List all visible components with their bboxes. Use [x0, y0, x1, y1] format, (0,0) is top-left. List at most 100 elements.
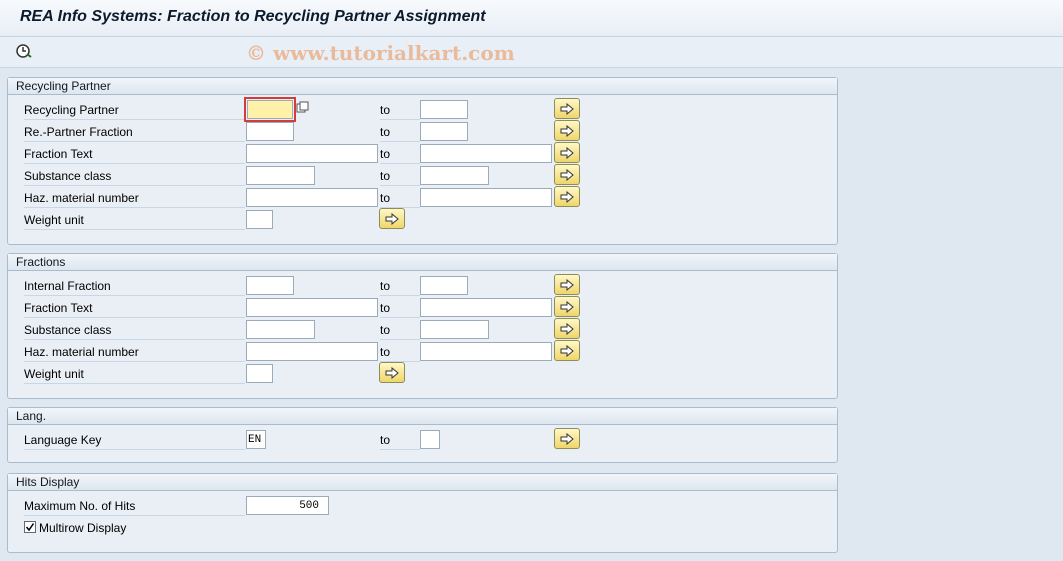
arrow-right-icon	[560, 124, 574, 137]
maximum-hits-input[interactable]	[246, 496, 329, 515]
recycling-partner-to-input[interactable]	[420, 100, 468, 119]
multiple-selection-button[interactable]	[554, 142, 580, 163]
arrow-right-icon	[560, 146, 574, 159]
section-title: Lang.	[8, 408, 837, 425]
arrow-right-icon	[560, 344, 574, 357]
to-label: to	[380, 342, 420, 362]
field-label: Maximum No. of Hits	[24, 496, 245, 516]
row-recycling-partner: Recycling Partner to	[8, 97, 837, 122]
arrow-right-icon	[560, 278, 574, 291]
section-fractions: Fractions Internal Fraction to Fraction …	[7, 253, 838, 399]
to-label: to	[380, 100, 420, 120]
language-key-to-input[interactable]	[420, 430, 440, 449]
field-label: Weight unit	[24, 364, 245, 384]
multiple-selection-button[interactable]	[379, 362, 405, 383]
row-fraction-text: Fraction Text to	[8, 142, 837, 164]
haz-material-to-input[interactable]	[420, 342, 552, 361]
multirow-display-checkbox[interactable]	[24, 521, 36, 533]
row-internal-fraction: Internal Fraction to	[8, 274, 837, 296]
weight-unit-input[interactable]	[246, 364, 273, 383]
fraction-text-from-input[interactable]	[246, 144, 378, 163]
execute-clock-icon	[16, 44, 32, 58]
field-label: Substance class	[24, 320, 245, 340]
arrow-right-icon	[560, 432, 574, 445]
multirow-display-label: Multirow Display	[39, 521, 127, 535]
multiple-selection-button[interactable]	[554, 164, 580, 185]
to-label: to	[380, 298, 420, 318]
multiple-selection-button[interactable]	[554, 120, 580, 141]
arrow-right-icon	[560, 168, 574, 181]
field-label: Weight unit	[24, 210, 245, 230]
multiple-selection-button[interactable]	[554, 274, 580, 295]
watermark: © www.tutorialkart.com	[246, 41, 515, 65]
row-substance-class: Substance class to	[8, 318, 837, 340]
haz-material-from-input[interactable]	[246, 342, 378, 361]
field-label: Haz. material number	[24, 188, 245, 208]
to-label: to	[380, 430, 420, 450]
row-haz-material: Haz. material number to	[8, 186, 837, 208]
arrow-right-icon	[560, 102, 574, 115]
field-label: Haz. material number	[24, 342, 245, 362]
section-title: Recycling Partner	[8, 78, 837, 95]
fraction-text-from-input[interactable]	[246, 298, 378, 317]
multiple-selection-dialog-button[interactable]	[296, 101, 310, 115]
section-recycling-partner: Recycling Partner Recycling Partner to R…	[7, 77, 838, 245]
row-language-key: Language Key to	[8, 428, 837, 450]
fraction-text-to-input[interactable]	[420, 144, 552, 163]
multiple-selection-button[interactable]	[554, 296, 580, 317]
multiple-selection-button[interactable]	[554, 98, 580, 119]
field-label: Language Key	[24, 430, 245, 450]
row-haz-material: Haz. material number to	[8, 340, 837, 362]
partner-fraction-to-input[interactable]	[420, 122, 468, 141]
arrow-right-icon	[560, 190, 574, 203]
to-label: to	[380, 144, 420, 164]
to-label: to	[380, 188, 420, 208]
field-label: Internal Fraction	[24, 276, 245, 296]
multiple-selection-button[interactable]	[554, 340, 580, 361]
field-label: Fraction Text	[24, 298, 245, 318]
field-label: Substance class	[24, 166, 245, 186]
application-toolbar: © www.tutorialkart.com	[0, 37, 1063, 68]
to-label: to	[380, 276, 420, 296]
checkmark-icon	[25, 523, 35, 532]
substance-class-to-input[interactable]	[420, 166, 489, 185]
execute-button[interactable]	[14, 42, 34, 60]
to-label: to	[380, 122, 420, 142]
row-weight-unit: Weight unit	[8, 362, 837, 384]
arrow-right-icon	[385, 212, 399, 225]
section-title: Fractions	[8, 254, 837, 271]
arrow-right-icon	[560, 300, 574, 313]
substance-class-from-input[interactable]	[246, 320, 315, 339]
multiple-selection-button[interactable]	[554, 186, 580, 207]
fraction-text-to-input[interactable]	[420, 298, 552, 317]
partner-fraction-from-input[interactable]	[246, 122, 294, 141]
row-partner-fraction: Re.-Partner Fraction to	[8, 120, 837, 142]
substance-class-to-input[interactable]	[420, 320, 489, 339]
weight-unit-input[interactable]	[246, 210, 273, 229]
language-key-from-input[interactable]	[246, 430, 266, 449]
row-fraction-text: Fraction Text to	[8, 296, 837, 318]
haz-material-to-input[interactable]	[420, 188, 552, 207]
field-label: Fraction Text	[24, 144, 245, 164]
recycling-partner-from-input[interactable]	[244, 97, 296, 122]
page-title: REA Info Systems: Fraction to Recycling …	[20, 8, 486, 25]
row-weight-unit: Weight unit	[8, 208, 837, 230]
row-substance-class: Substance class to	[8, 164, 837, 186]
internal-fraction-to-input[interactable]	[420, 276, 468, 295]
substance-class-from-input[interactable]	[246, 166, 315, 185]
multiple-selection-button[interactable]	[554, 318, 580, 339]
section-title: Hits Display	[8, 474, 837, 491]
arrow-right-icon	[560, 322, 574, 335]
multiple-selection-dialog-icon	[296, 101, 309, 113]
internal-fraction-from-input[interactable]	[246, 276, 294, 295]
row-multirow-display: Multirow Display	[8, 518, 837, 538]
row-maximum-hits: Maximum No. of Hits	[8, 496, 837, 516]
field-label: Re.-Partner Fraction	[24, 122, 245, 142]
arrow-right-icon	[385, 366, 399, 379]
multiple-selection-button[interactable]	[554, 428, 580, 449]
haz-material-from-input[interactable]	[246, 188, 378, 207]
field-label: Recycling Partner	[24, 100, 245, 120]
title-bar: REA Info Systems: Fraction to Recycling …	[0, 0, 1063, 37]
multiple-selection-button[interactable]	[379, 208, 405, 229]
section-hits-display: Hits Display Maximum No. of Hits Multiro…	[7, 473, 838, 553]
